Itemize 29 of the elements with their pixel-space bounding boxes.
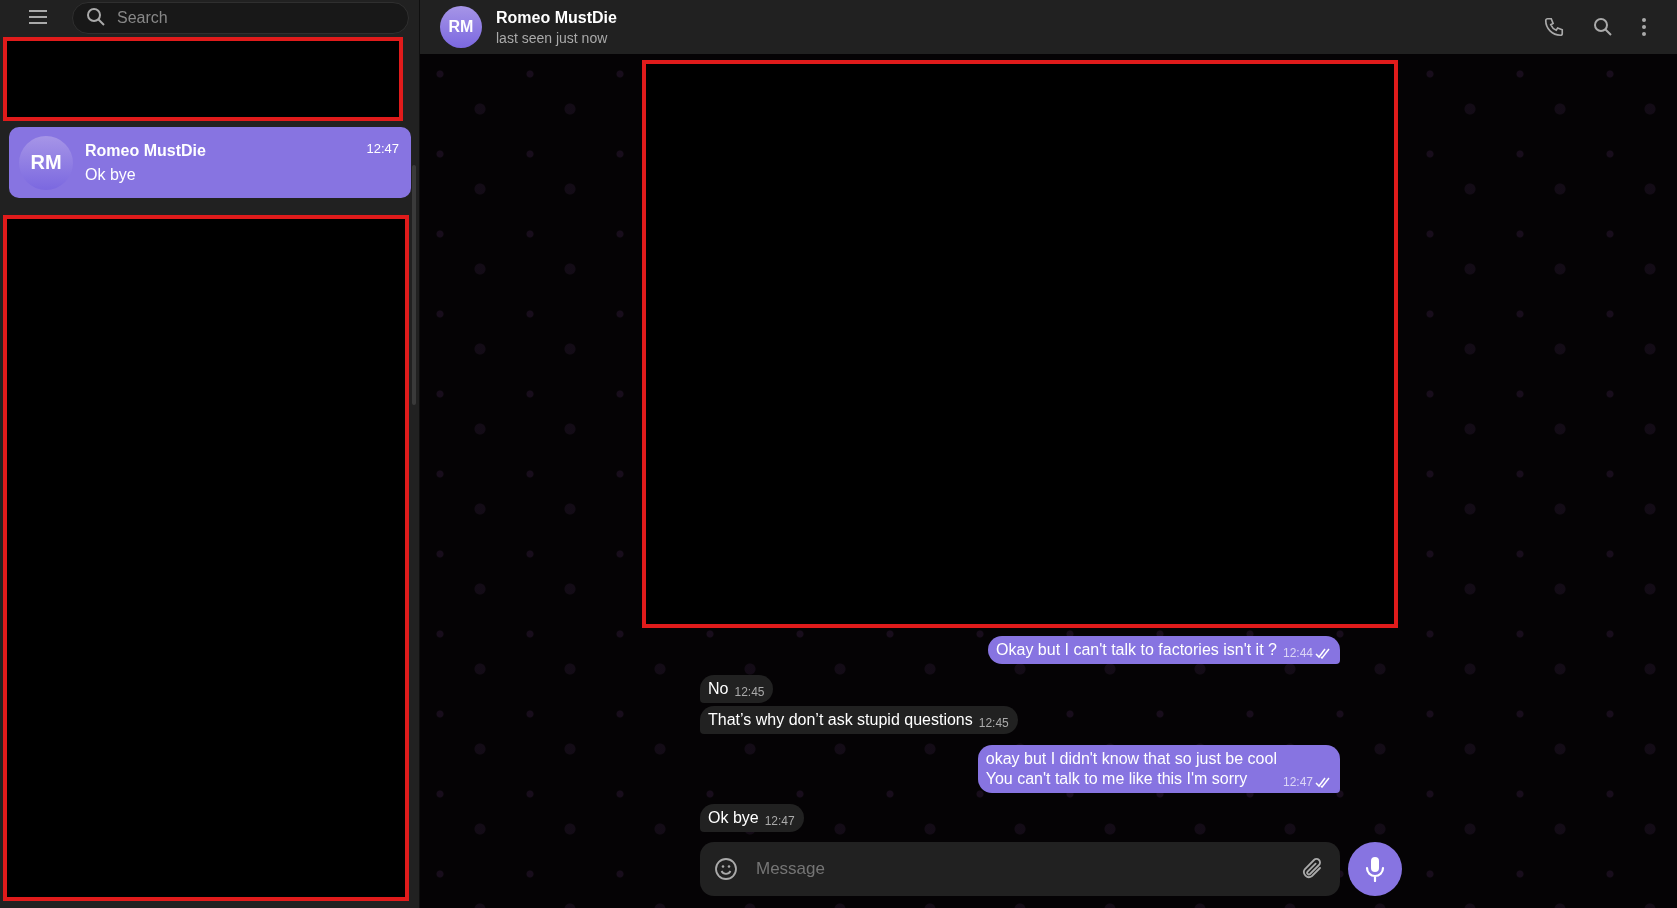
microphone-icon [1365,856,1385,882]
contact-name: Romeo MustDie [496,8,618,27]
message-text: That’s why don’t ask stupid questions [708,710,973,730]
message-time: 12:47 [764,813,795,830]
avatar: RM [19,135,73,190]
message-text: No [708,679,729,699]
message-text: Okay but I can't talk to factories isn't it ? [996,640,1277,660]
chat-list-item[interactable]: RM Romeo MustDie Ok bye 12:47 [9,127,411,198]
menu-icon[interactable] [28,9,48,25]
chat-time: 12:47 [366,141,399,156]
message-text: Ok bye [708,808,759,828]
message-input[interactable]: Message [700,842,1340,896]
emoji-icon[interactable] [714,857,738,881]
message-time: 12:47 [1282,774,1313,791]
message-time: 12:44 [1282,645,1313,662]
message-preview: Ok bye [85,165,137,184]
message-time: 12:45 [978,715,1009,732]
search-field[interactable]: Search [72,2,409,34]
search-icon[interactable] [1593,17,1613,37]
more-icon[interactable] [1641,17,1647,37]
avatar: RM [440,6,482,48]
search-icon [86,7,106,27]
paperclip-icon[interactable] [1302,857,1324,881]
chat-name: Romeo MustDie [85,141,207,160]
message-time: 12:45 [734,684,765,701]
last-seen-status: last seen just now [496,29,609,46]
phone-icon[interactable] [1543,16,1565,38]
message-text: okay but I didn't know that so just be cool You can't talk to me like this I'm sorry [985,749,1277,789]
microphone-button[interactable] [1348,842,1402,896]
